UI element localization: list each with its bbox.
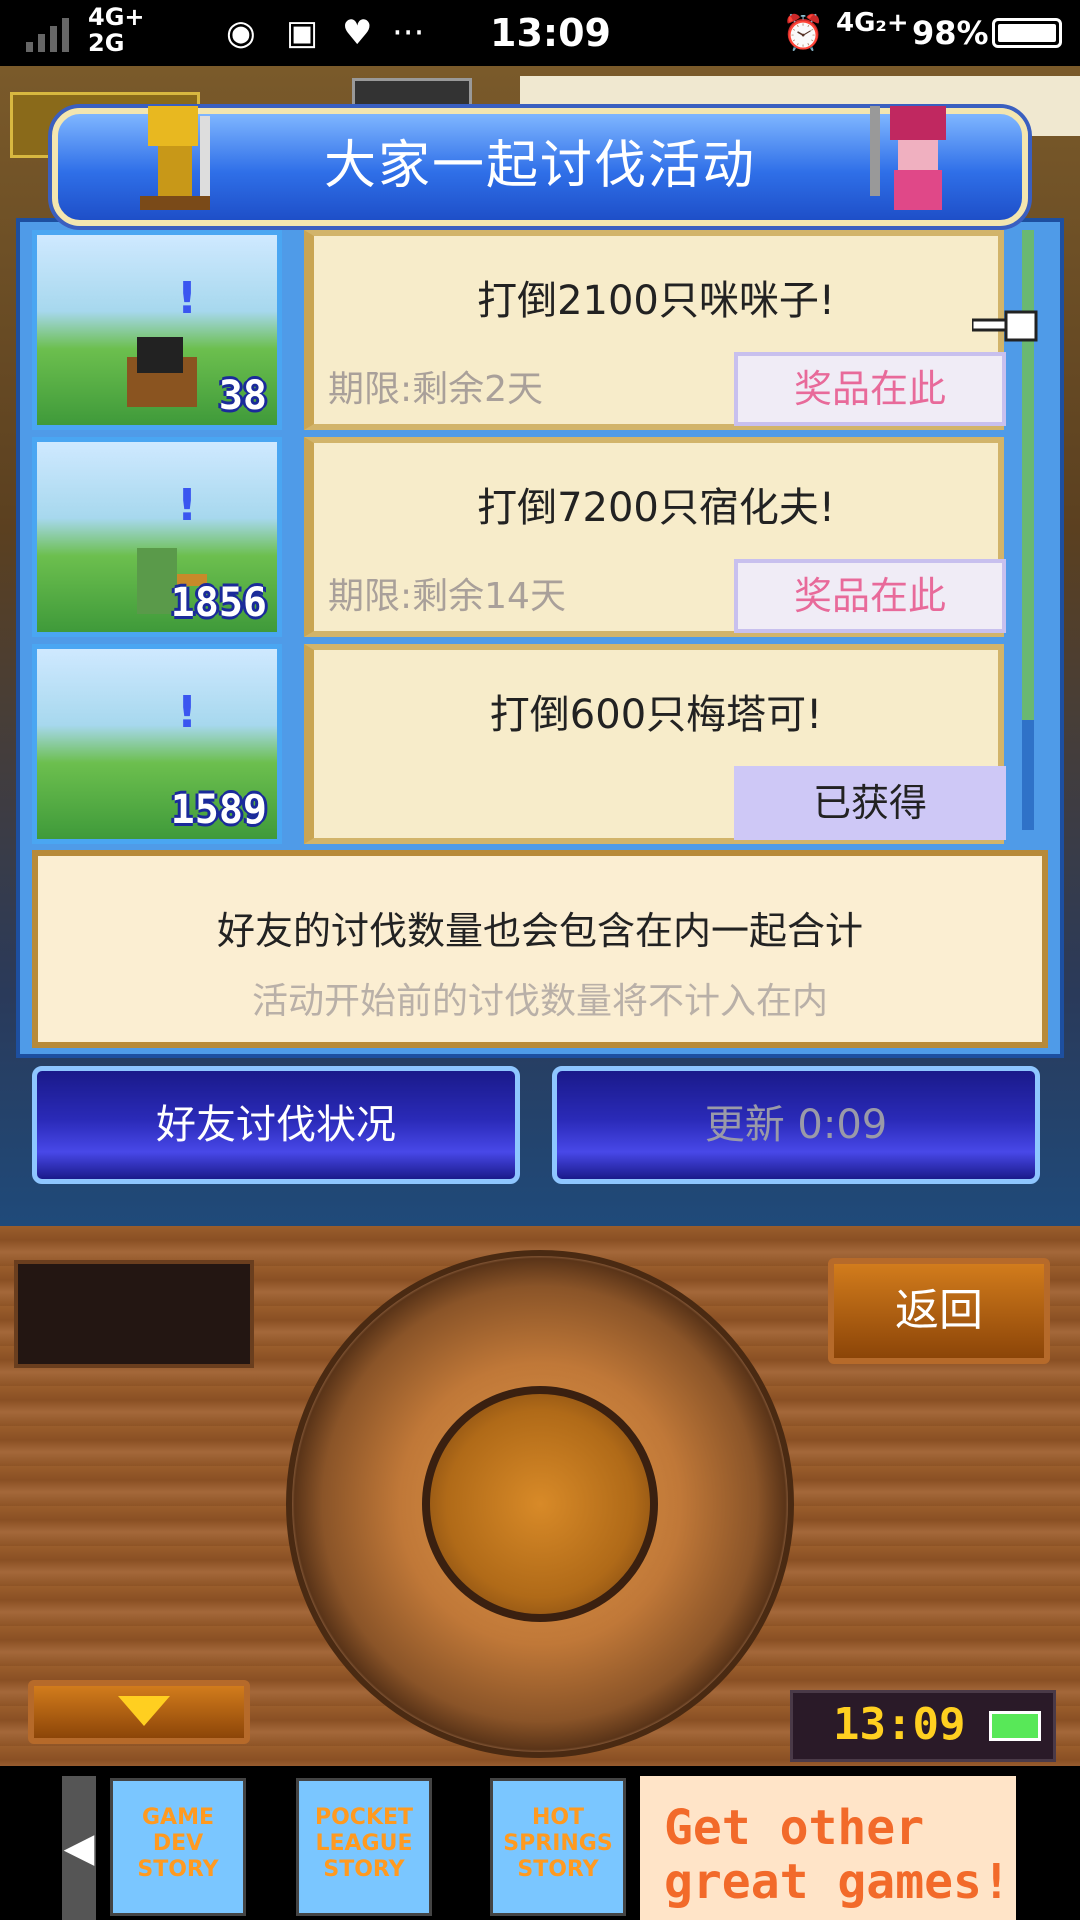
event-row: ! 1856 打倒7200只宿化夫! 期限:剩余14天 奖品在此	[32, 437, 1006, 637]
scrollbar-thumb[interactable]	[1022, 230, 1034, 720]
battery-percent: 98%	[912, 14, 989, 52]
defeat-count: 38	[218, 373, 267, 419]
note-line-1: 好友的讨伐数量也会包含在内一起合计	[216, 909, 863, 953]
obtained-badge: 已获得	[734, 766, 1006, 840]
chevron-left-icon[interactable]: ◀	[62, 1776, 96, 1920]
event-info-card: 打倒2100只咪咪子! 期限:剩余2天 奖品在此	[304, 230, 1006, 430]
game-clock: 13:09	[790, 1690, 1056, 1762]
ad-game-tile[interactable]: HOT SPRINGS STORY	[490, 1778, 626, 1916]
prize-button[interactable]: 奖品在此	[734, 352, 1006, 426]
back-button[interactable]: 返回	[828, 1258, 1050, 1364]
event-note: 好友的讨伐数量也会包含在内一起合计 活动开始前的讨伐数量将不计入在内	[32, 850, 1048, 1048]
weibo-icon: ◉	[226, 13, 256, 53]
status-bar: 4G+ 2G ◉ ▣ ♥ ··· 13:09 ⏰ 4G₂+ 98%	[0, 0, 1080, 66]
exclamation-icon: !	[177, 687, 198, 738]
defeat-count: 1856	[170, 580, 267, 626]
friend-status-button[interactable]: 好友讨伐状况	[32, 1066, 520, 1184]
monster-thumbnail: ! 1856	[32, 437, 282, 637]
directional-dial[interactable]	[286, 1250, 794, 1758]
network-type-label: 4G+ 2G	[88, 3, 145, 57]
pointing-hand-icon	[972, 310, 1038, 342]
ad-cta[interactable]: Get other great games!	[640, 1776, 1016, 1920]
note-line-2: 活动开始前的讨伐数量将不计入在内	[251, 981, 828, 1022]
battery-icon	[992, 18, 1062, 48]
controller-panel: 返回 13:09	[0, 1226, 1080, 1766]
ad-banner[interactable]: ◀ GAME DEV STORY POCKET LEAGUE STORY HOT…	[0, 1766, 1080, 1920]
mage-character-icon	[870, 106, 946, 210]
ad-game-tile[interactable]: POCKET LEAGUE STORY	[296, 1778, 432, 1916]
more-icon: ···	[392, 13, 425, 53]
monster-thumbnail: ! 1589	[32, 644, 282, 844]
controller-screen	[14, 1260, 254, 1368]
quest-text: 打倒600只梅塔可!	[489, 692, 823, 738]
monster-thumbnail: ! 38	[32, 230, 282, 430]
ad-cta-line-1: Get other	[664, 1800, 925, 1856]
knight-character-icon	[140, 106, 210, 210]
quest-text: 打倒7200只宿化夫!	[477, 485, 835, 531]
network-right-label: 4G₂+	[836, 8, 909, 38]
monster-icon	[127, 337, 197, 407]
deadline-text: 期限:剩余14天	[328, 576, 566, 617]
event-row: ! 38 打倒2100只咪咪子! 期限:剩余2天 奖品在此	[32, 230, 1006, 430]
battery-icon	[989, 1711, 1041, 1741]
cell-signal-icon	[26, 18, 69, 52]
dial-center-button[interactable]	[422, 1386, 658, 1622]
game-clock-time: 13:09	[833, 1699, 966, 1750]
exclamation-icon: !	[177, 480, 198, 531]
app-icon: ▣	[286, 13, 319, 53]
alarm-icon: ⏰	[782, 13, 825, 53]
defeat-count: 1589	[170, 787, 267, 833]
refresh-button[interactable]: 更新 0:09	[552, 1066, 1040, 1184]
prize-button[interactable]: 奖品在此	[734, 559, 1006, 633]
event-info-card: 打倒600只梅塔可! 已获得	[304, 644, 1006, 844]
quest-text: 打倒2100只咪咪子!	[477, 278, 835, 324]
event-row: ! 1589 打倒600只梅塔可! 已获得	[32, 644, 1006, 844]
ad-game-tile[interactable]: GAME DEV STORY	[110, 1778, 246, 1916]
status-time: 13:09	[490, 11, 611, 55]
event-info-card: 打倒7200只宿化夫! 期限:剩余14天 奖品在此	[304, 437, 1006, 637]
ad-cta-line-2: great games!	[664, 1854, 1011, 1910]
exclamation-icon: !	[177, 273, 198, 324]
vpn-icon: ♥	[342, 13, 373, 53]
down-arrow-button[interactable]	[28, 1680, 250, 1744]
deadline-text: 期限:剩余2天	[328, 369, 544, 410]
